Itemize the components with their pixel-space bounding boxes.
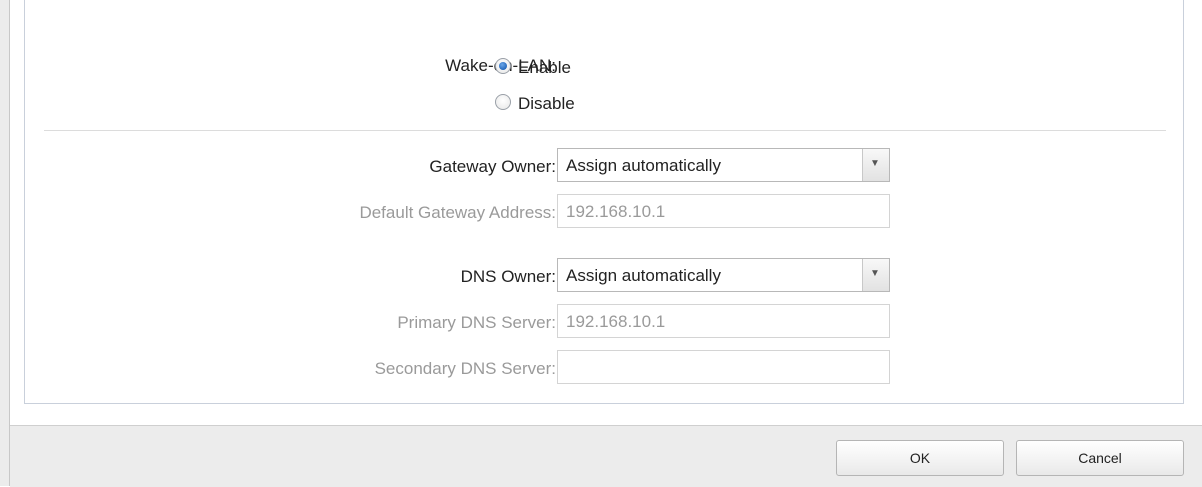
- section-divider: [44, 130, 1166, 131]
- wake-on-lan-disable-label[interactable]: Disable: [518, 94, 575, 114]
- primary-dns-server-label: Primary DNS Server:: [397, 313, 556, 332]
- wake-on-lan-disable-radio[interactable]: [495, 94, 511, 110]
- default-gateway-address-field[interactable]: 192.168.10.1: [557, 194, 890, 228]
- gateway-owner-select[interactable]: Assign automatically ▼: [557, 148, 890, 182]
- chevron-down-icon: ▼: [870, 158, 880, 169]
- primary-dns-server-value: 192.168.10.1: [566, 312, 666, 331]
- dns-owner-dropdown-button[interactable]: ▼: [862, 259, 889, 291]
- wake-on-lan-enable-radio[interactable]: [495, 58, 511, 74]
- dns-owner-value: Assign automatically: [566, 266, 721, 285]
- cancel-button[interactable]: Cancel: [1016, 440, 1184, 476]
- secondary-dns-server-label: Secondary DNS Server:: [374, 359, 556, 378]
- secondary-dns-server-field[interactable]: [557, 350, 890, 384]
- window-left-edge: [0, 0, 10, 486]
- chevron-down-icon: ▼: [870, 268, 880, 279]
- gateway-owner-label: Gateway Owner:: [429, 157, 556, 176]
- default-gateway-address-value: 192.168.10.1: [566, 202, 666, 221]
- default-gateway-address-label: Default Gateway Address:: [359, 203, 556, 222]
- dns-owner-select[interactable]: Assign automatically ▼: [557, 258, 890, 292]
- gateway-owner-value: Assign automatically: [566, 156, 721, 175]
- wake-on-lan-enable-label[interactable]: Enable: [518, 58, 571, 78]
- primary-dns-server-field[interactable]: 192.168.10.1: [557, 304, 890, 338]
- gateway-owner-dropdown-button[interactable]: ▼: [862, 149, 889, 181]
- dns-owner-label: DNS Owner:: [460, 267, 556, 286]
- network-settings-dialog: Wake-on-LAN: Enable Disable Gateway Owne…: [0, 0, 1202, 487]
- ok-button[interactable]: OK: [836, 440, 1004, 476]
